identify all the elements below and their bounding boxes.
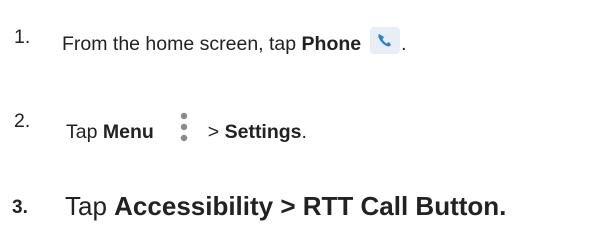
step-text-suffix: .: [301, 121, 307, 143]
settings-label: Settings: [224, 121, 302, 143]
phone-label: Phone: [301, 33, 362, 55]
step-number: 3.: [12, 197, 28, 218]
step-number: 2.: [14, 110, 31, 132]
step-text: From the home screen, tap Phone .: [62, 26, 407, 56]
accessibility-rtt-label: Accessibility > RTT Call Button.: [114, 191, 507, 221]
phone-icon: [369, 26, 401, 56]
step-text: Tap Menu > Settings.: [66, 110, 307, 150]
step-text-prefix: Tap: [65, 191, 115, 221]
step-text-middle: >: [207, 121, 225, 143]
step-text: Tap Accessibility > RTT Call Button.: [65, 191, 506, 222]
menu-icon: [176, 110, 192, 150]
step-text-prefix: From the home screen, tap: [62, 33, 302, 55]
step-text-suffix: .: [401, 33, 407, 55]
menu-label: Menu: [102, 121, 154, 143]
step-text-prefix: Tap: [66, 121, 103, 143]
step-number: 1.: [14, 26, 31, 48]
